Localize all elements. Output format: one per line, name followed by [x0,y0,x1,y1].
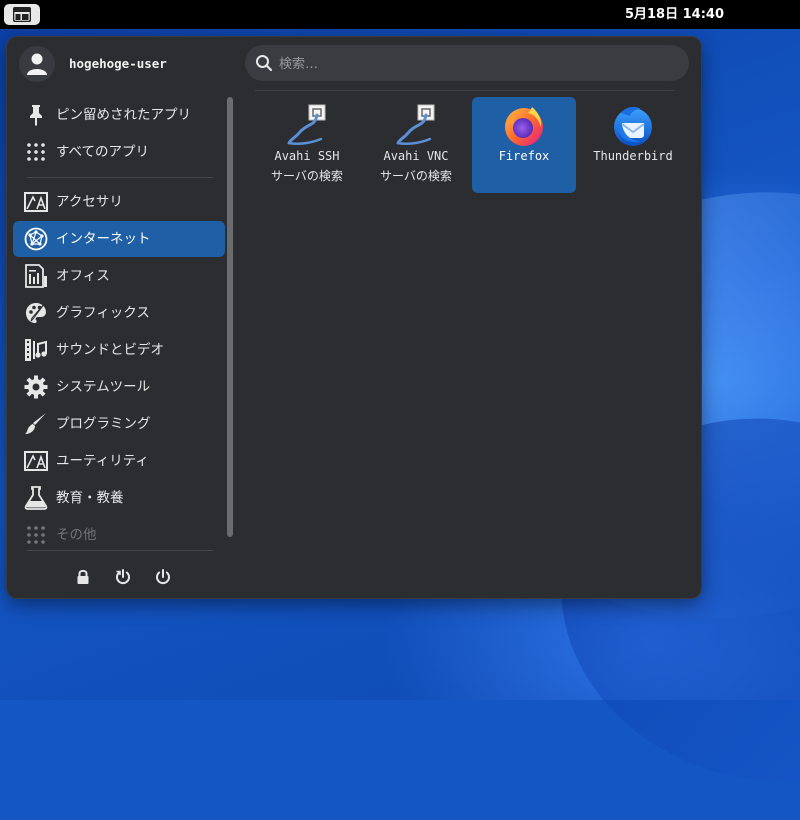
thunderbird-icon [614,106,652,146]
activities-button[interactable] [4,4,40,25]
search-icon [256,55,273,72]
gear-icon [24,375,48,399]
grid-icon [27,526,45,544]
office-icon [25,264,47,288]
restart-button[interactable] [111,565,135,589]
brush-icon [25,413,46,434]
top-panel: 5月18日 14:40 [0,0,800,29]
grid-icon [27,143,45,161]
search-input[interactable] [277,45,681,83]
category-utilities[interactable]: ユーティリティ [13,443,225,479]
network-browser-icon [396,104,435,146]
lock-button[interactable] [71,565,95,589]
accessories-icon [24,192,48,212]
multimedia-icon [25,339,47,361]
category-education[interactable]: 教育・教養 [13,480,225,516]
internet-icon [24,227,48,251]
app-thunderbird[interactable]: Thunderbird [581,97,685,193]
pin-icon [30,105,42,126]
utilities-icon [24,451,48,471]
power-icon [156,569,170,585]
category-sound-video[interactable]: サウンドとビデオ [13,332,225,368]
clock[interactable]: 5月18日 14:40 [625,0,724,29]
app-avahi-vnc[interactable]: Avahi VNC サーバの検索 [364,97,468,193]
category-system-tools[interactable]: システムツール [13,369,225,405]
app-avahi-ssh[interactable]: Avahi SSH サーバの検索 [255,97,359,193]
category-other[interactable]: その他 [13,517,225,553]
graphics-icon [26,302,46,323]
network-browser-icon [287,104,326,146]
avatar [19,46,55,82]
flask-icon [24,486,48,510]
category-internet[interactable]: インターネット [13,221,225,257]
restart-icon [116,569,130,585]
application-menu: hogehoge-user ピン留めされたアプリ すべてのアプリ [7,37,701,598]
category-graphics[interactable]: グラフィックス [13,295,225,331]
divider [27,177,213,178]
app-menu-icon [13,7,31,22]
username: hogehoge-user [69,56,167,71]
category-scrollbar[interactable] [227,97,233,537]
category-programming[interactable]: プログラミング [13,406,225,442]
search-box[interactable] [245,45,689,83]
category-office[interactable]: オフィス [13,258,225,294]
app-firefox[interactable]: Firefox [472,97,576,193]
user-icon [27,53,47,75]
category-all-apps[interactable]: すべてのアプリ [13,134,225,170]
category-accessories[interactable]: アクセサリ [13,184,225,220]
firefox-icon [505,107,543,146]
divider [255,90,675,91]
category-pinned[interactable]: ピン留めされたアプリ [13,97,225,133]
lock-icon [77,569,89,584]
power-button[interactable] [151,565,175,589]
divider [27,550,213,551]
